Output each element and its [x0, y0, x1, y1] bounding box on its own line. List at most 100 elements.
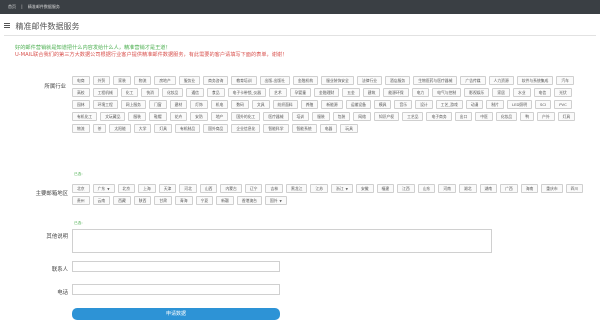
tag-option[interactable]: 广西 — [500, 184, 518, 193]
tag-option[interactable]: 国外 ▼ — [264, 196, 287, 205]
tag-option[interactable]: 食品 — [206, 88, 225, 97]
tag-option[interactable]: 电商 — [72, 76, 90, 85]
tag-option[interactable]: 花卉 — [169, 112, 188, 121]
tag-option[interactable]: 山东 — [417, 184, 436, 193]
phone-input[interactable] — [72, 284, 280, 295]
tag-option[interactable]: 网络 — [353, 112, 371, 121]
tag-option[interactable]: 吉林 — [265, 184, 284, 193]
tag-option[interactable]: 能源环保 — [383, 88, 409, 97]
tag-option[interactable]: 福建 — [376, 184, 395, 193]
tag-option[interactable]: 中医 — [475, 112, 493, 121]
tag-option[interactable]: 有机化工 — [72, 112, 98, 121]
tag-option[interactable]: 灯饰 — [190, 100, 208, 109]
tag-option[interactable]: 工程机械 — [92, 88, 118, 97]
tag-option[interactable]: 金融机构 — [292, 76, 319, 85]
tag-option[interactable]: 江西 — [397, 184, 415, 193]
tag-option[interactable]: 动漫 — [465, 100, 484, 109]
tag-option[interactable]: 服装 — [128, 112, 146, 121]
tag-option[interactable]: 地产 — [210, 112, 229, 121]
tag-option[interactable]: 光伏 — [554, 88, 572, 97]
tag-option[interactable]: PVC — [554, 100, 572, 109]
tag-option[interactable]: 黑龙江 — [286, 184, 308, 193]
tag-option[interactable]: 海南 — [520, 184, 539, 193]
tag-option[interactable]: 企业信息化 — [231, 124, 261, 133]
tag-option[interactable]: 水业 — [512, 88, 531, 97]
tag-option[interactable]: 辽宁 — [244, 184, 263, 193]
tag-option[interactable]: 出口 — [454, 112, 473, 121]
tag-option[interactable]: 电器 — [319, 124, 338, 133]
tag-option[interactable]: 户外 — [537, 112, 555, 121]
tag-option[interactable]: 化妆品 — [161, 88, 184, 97]
tag-option[interactable]: 国外商品 — [203, 124, 229, 133]
tag-option[interactable]: 影视娱乐 — [464, 88, 490, 97]
tag-option[interactable]: 河南 — [438, 184, 456, 193]
tag-option[interactable]: 江苏 — [310, 184, 329, 193]
tag-option[interactable]: 高校 — [72, 88, 90, 97]
tag-option[interactable]: 商务咨询 — [203, 76, 229, 85]
tag-option[interactable]: 湖北 — [458, 184, 477, 193]
tag-option[interactable]: SCI — [535, 100, 552, 109]
tag-option[interactable]: 外贸 — [92, 76, 111, 85]
tag-option[interactable]: 甘肃 — [154, 196, 172, 205]
tag-option[interactable]: 上海 — [138, 184, 156, 193]
tag-option[interactable]: 新疆 — [216, 196, 234, 205]
tag-option[interactable]: 快消 — [141, 88, 159, 97]
tag-option[interactable]: 汽车 — [556, 76, 574, 85]
tag-option[interactable]: 酒店服务 — [385, 76, 411, 85]
tag-option[interactable]: 法律行业 — [356, 76, 383, 85]
tag-option[interactable]: 湖南 — [479, 184, 498, 193]
tag-option[interactable]: 机电 — [210, 100, 229, 109]
tag-option[interactable]: 纺织面料 — [272, 100, 298, 109]
tag-option[interactable]: 山西 — [199, 184, 218, 193]
tag-option[interactable]: 青海 — [174, 196, 193, 205]
tag-option[interactable]: 国外的化工 — [231, 112, 261, 121]
tag-option[interactable]: 电气与控制 — [432, 88, 462, 97]
tag-option[interactable]: 陕西 — [133, 196, 152, 205]
tag-option[interactable]: 文具 — [251, 100, 270, 109]
tag-option[interactable]: 鞋帽 — [148, 112, 167, 121]
tag-option[interactable]: 河北 — [179, 184, 197, 193]
tag-option[interactable]: 云南 — [92, 196, 111, 205]
tag-option[interactable]: 化妆品 — [495, 112, 518, 121]
tag-option[interactable]: 灯具 — [557, 112, 576, 121]
tag-option[interactable]: 金融理财 — [314, 88, 340, 97]
tag-option[interactable]: 太阳能 — [109, 124, 131, 133]
tag-option[interactable]: 建材 — [169, 100, 188, 109]
tag-option[interactable]: 大学 — [133, 124, 152, 133]
tag-option[interactable]: 电力 — [411, 88, 430, 97]
tag-option[interactable]: 工艺品 — [402, 112, 424, 121]
tag-option[interactable]: 设计 — [415, 100, 433, 109]
tag-option[interactable]: 数码 — [231, 100, 249, 109]
tag-option[interactable]: 音乐 — [394, 100, 413, 109]
tag-option[interactable]: 医疗器械 — [263, 112, 289, 121]
tag-option[interactable]: 家装 — [113, 76, 131, 85]
tag-option[interactable]: 电信 — [533, 88, 552, 97]
tag-option[interactable]: 智能科学 — [263, 124, 289, 133]
tag-option[interactable]: 玩具 — [340, 124, 358, 133]
tag-option[interactable]: 包装 — [332, 112, 351, 121]
tag-option[interactable]: 园林 — [72, 100, 90, 109]
tag-option[interactable]: 养殖 — [300, 100, 319, 109]
tag-option[interactable]: 安徽 — [355, 184, 374, 193]
breadcrumb-home[interactable]: 首页 — [8, 4, 16, 9]
tag-option[interactable]: 建筑 — [362, 88, 381, 97]
tag-option[interactable]: 物流 — [133, 76, 152, 85]
contact-input[interactable] — [72, 261, 280, 272]
tag-option[interactable]: 软件与系统集成 — [516, 76, 554, 85]
tag-option[interactable]: 房地产 — [154, 76, 176, 85]
tag-option[interactable]: 电子卡带锁_仪器 — [227, 88, 267, 97]
tag-option[interactable]: 重庆市 — [541, 184, 563, 193]
tag-option[interactable]: 浙江 ▼ — [331, 184, 353, 193]
tag-option[interactable]: 灯具 — [154, 124, 172, 133]
tag-option[interactable]: 通信 — [186, 88, 204, 97]
tag-option[interactable]: 广东 ▼ — [92, 184, 115, 193]
other-textarea[interactable] — [72, 229, 492, 253]
tag-option[interactable]: 文玩藏品 — [100, 112, 126, 121]
tag-option[interactable]: 家居 — [492, 88, 510, 97]
tag-option[interactable]: 五金 — [342, 88, 360, 97]
tag-option[interactable]: 有机制品 — [174, 124, 201, 133]
tag-option[interactable]: 物流 — [72, 124, 90, 133]
tag-option[interactable]: 北京 — [72, 184, 90, 193]
tag-option[interactable]: 西藏 — [113, 196, 131, 205]
tag-option[interactable]: 网上服务 — [120, 100, 146, 109]
